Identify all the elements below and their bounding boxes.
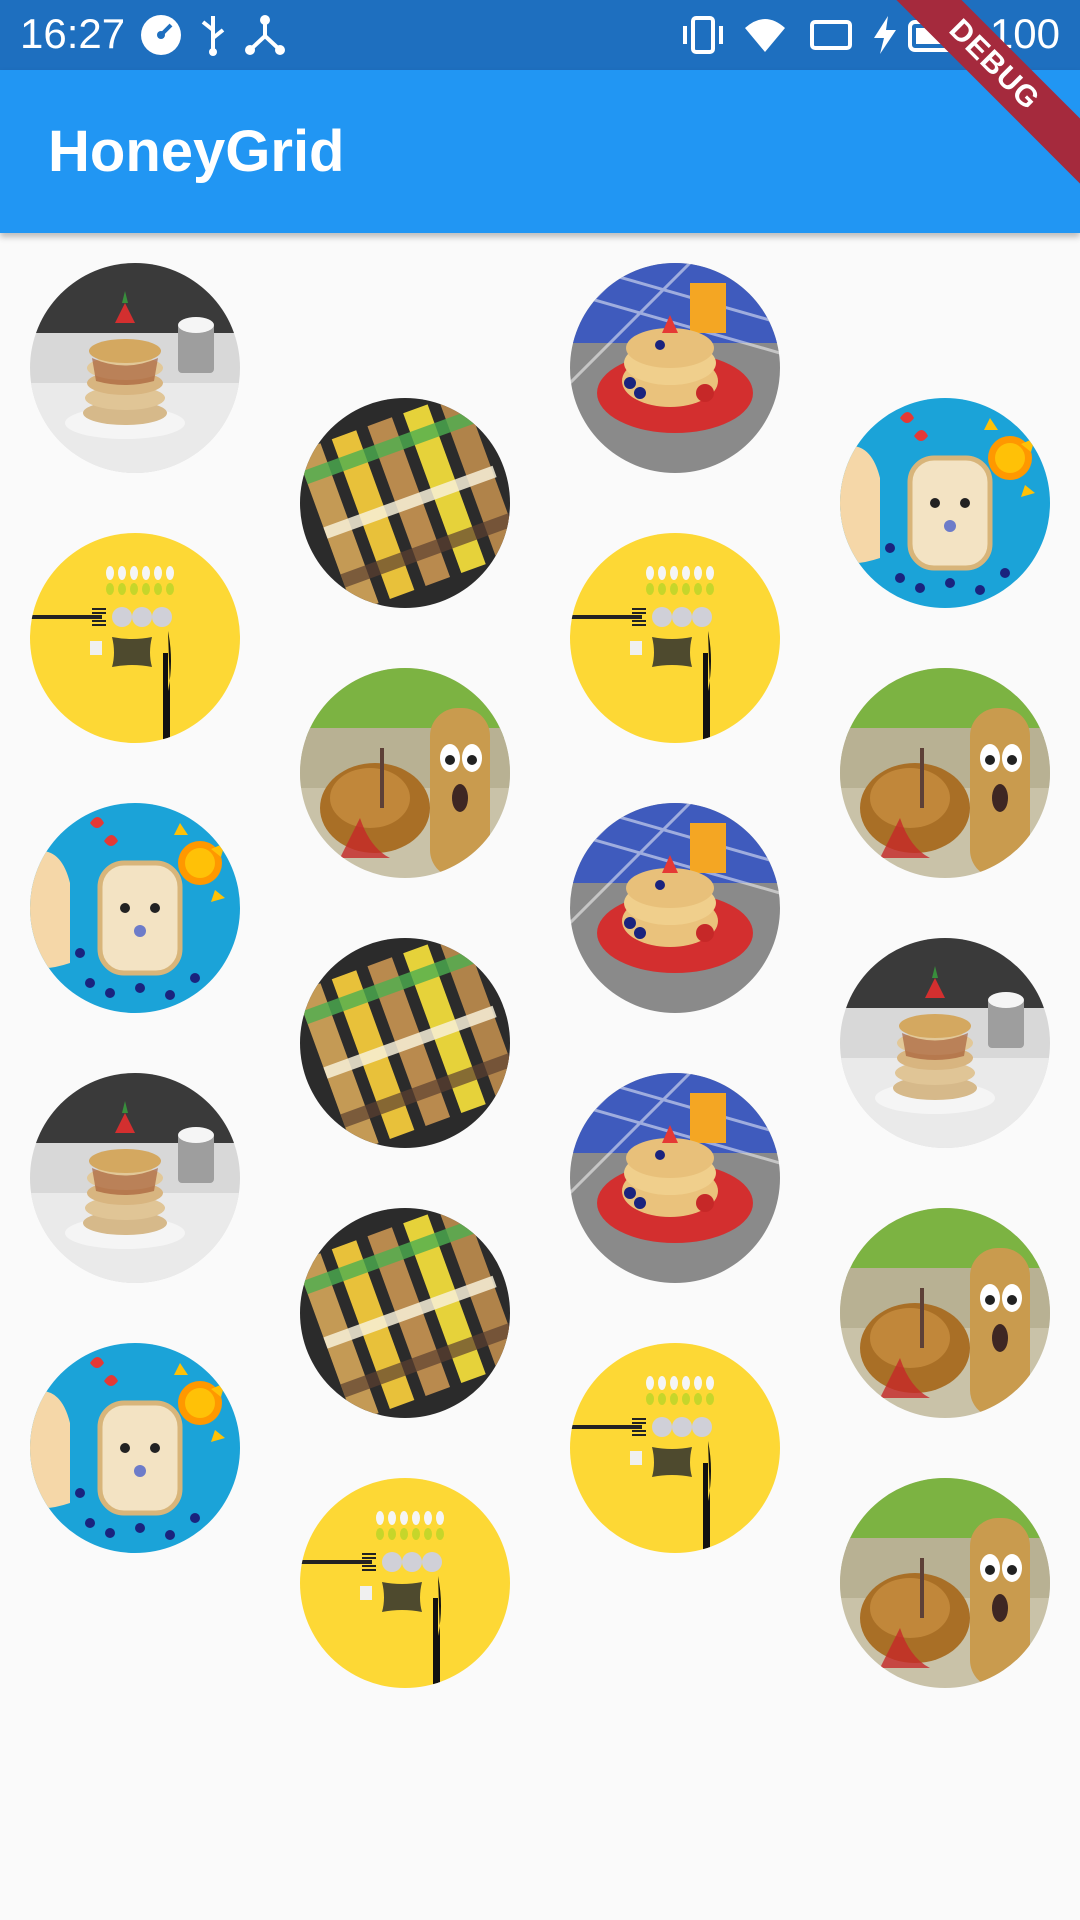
- grid-tile-yellow-cutlery[interactable]: [30, 533, 240, 743]
- grid-tile-pancake-stack[interactable]: [30, 263, 240, 473]
- grid-tile-potato-characters[interactable]: [840, 668, 1050, 878]
- grid-tile-bread-face[interactable]: [30, 1343, 240, 1553]
- status-time: 16:27: [20, 10, 126, 57]
- grid-tile-pancake-stack[interactable]: [840, 938, 1050, 1148]
- grid-tile-kebab-skewers[interactable]: [300, 398, 510, 608]
- grid-tile-yellow-cutlery[interactable]: [300, 1478, 510, 1688]
- grid-tile-yellow-cutlery[interactable]: [570, 1343, 780, 1553]
- grid-tile-potato-characters[interactable]: [840, 1478, 1050, 1688]
- grid-tile-potato-characters[interactable]: [840, 1208, 1050, 1418]
- grid-tile-bread-face[interactable]: [30, 803, 240, 1013]
- grid-tile-waffles-plate[interactable]: [570, 803, 780, 1013]
- grid-tile-yellow-cutlery[interactable]: [570, 533, 780, 743]
- vibrate-icon: [680, 12, 726, 58]
- grid-tile-waffles-plate[interactable]: [570, 1073, 780, 1283]
- grid-tile-pancake-stack[interactable]: [30, 1073, 240, 1283]
- page-title: HoneyGrid: [48, 119, 345, 184]
- usb-icon: [190, 12, 236, 58]
- app-bar: HoneyGrid: [0, 70, 1080, 233]
- wifi-icon: [742, 12, 788, 58]
- network-icon: [242, 12, 288, 58]
- speedometer-icon: [138, 12, 184, 58]
- grid-tile-kebab-skewers[interactable]: [300, 938, 510, 1148]
- charging-icon: [862, 12, 908, 58]
- grid-tile-kebab-skewers[interactable]: [300, 1208, 510, 1418]
- honeycomb-grid: [0, 233, 1080, 1920]
- grid-tile-waffles-plate[interactable]: [570, 263, 780, 473]
- grid-tile-bread-face[interactable]: [840, 398, 1050, 608]
- cast-icon: [808, 12, 854, 58]
- grid-tile-potato-characters[interactable]: [300, 668, 510, 878]
